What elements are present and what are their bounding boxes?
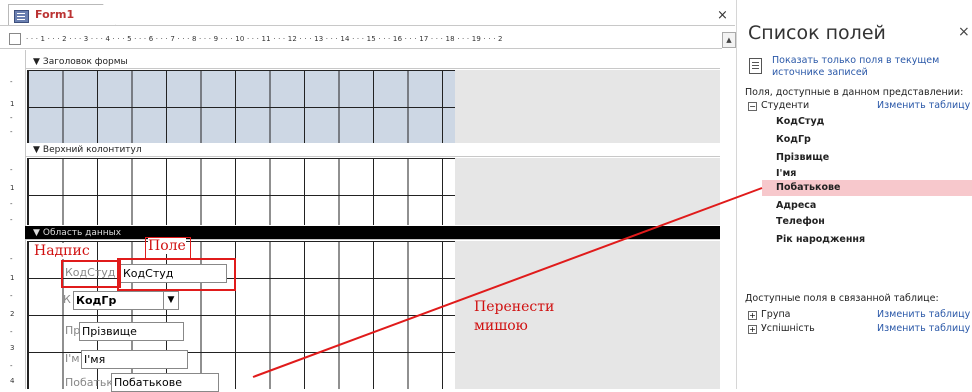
- drag-arrow: [252, 187, 763, 378]
- drag-arrow-line: [252, 187, 763, 378]
